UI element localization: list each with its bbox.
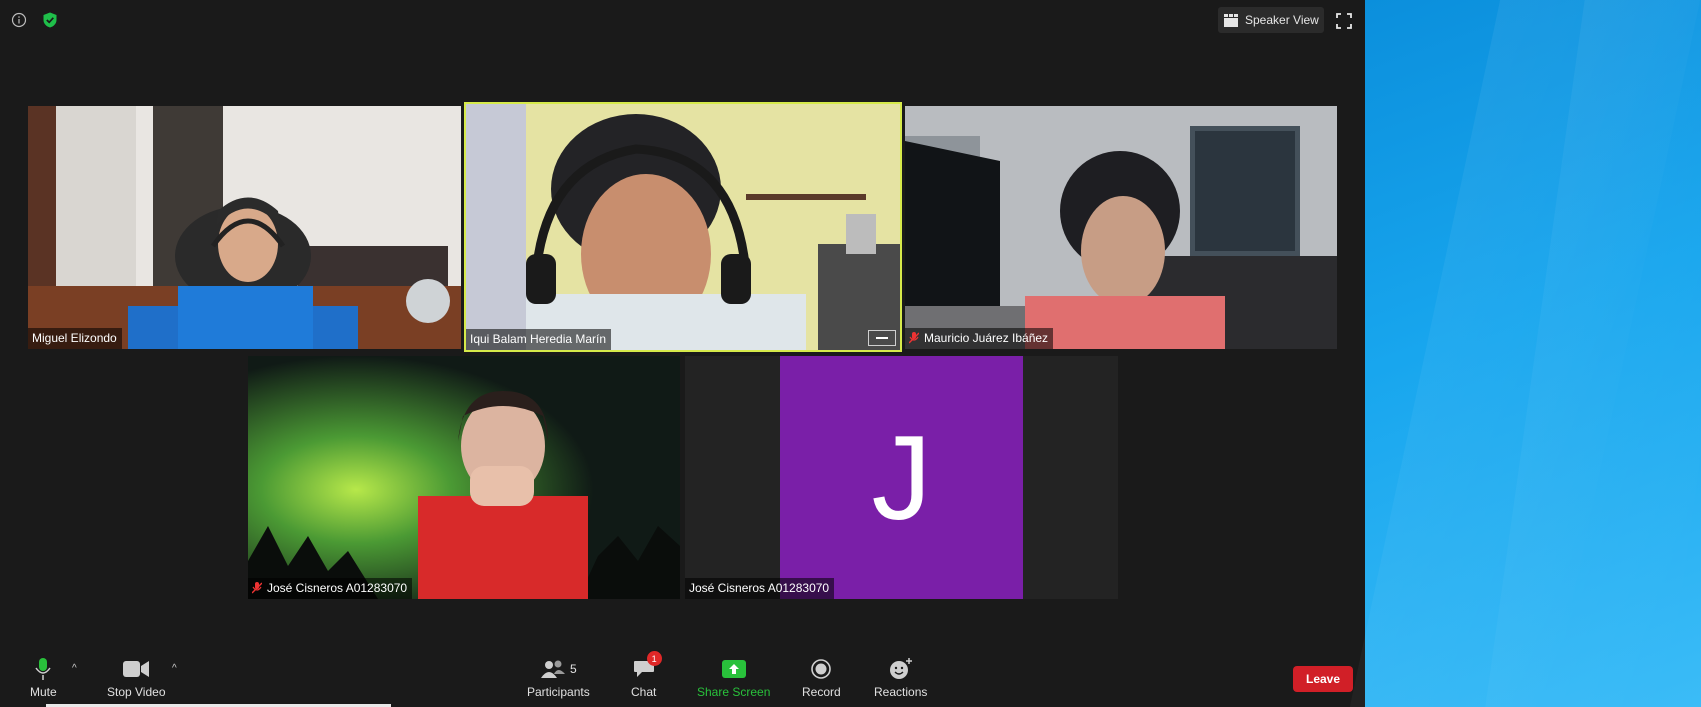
video-tile-jose-video[interactable]: José Cisneros A01283070 <box>248 356 680 599</box>
unread-chat-badge: 1 <box>646 651 662 666</box>
participant-video <box>28 106 461 349</box>
share-screen-button[interactable]: Share Screen <box>697 657 770 699</box>
chat-bubble-icon: 1 <box>633 651 662 681</box>
participant-name-tag: Iqui Balam Heredia Marín <box>466 329 612 350</box>
video-tile-miguel[interactable]: Miguel Elizondo <box>28 106 461 349</box>
video-tile-iqui-active-speaker[interactable]: Iqui Balam Heredia Marín <box>464 102 902 352</box>
participant-name-tag: Miguel Elizondo <box>28 328 122 349</box>
chat-button[interactable]: 1 Chat <box>631 651 662 699</box>
participant-video <box>248 356 680 599</box>
record-button[interactable]: Record <box>802 657 841 699</box>
speaker-view-label: Speaker View <box>1245 13 1319 27</box>
stop-video-button[interactable]: Stop Video <box>107 657 166 699</box>
video-options-chevron-up-icon[interactable]: ^ <box>172 663 177 674</box>
participant-video <box>466 104 900 350</box>
grid-view-icon <box>1224 13 1238 27</box>
microphone-icon <box>35 657 51 681</box>
participant-name-tag: José Cisneros A01283070 <box>685 578 835 599</box>
desktop-background <box>1349 0 1701 707</box>
meeting-toolbar: Mute ^ Stop Video ^ 5 Participants 1 Cha… <box>0 647 1365 707</box>
avatar: J <box>780 356 1023 599</box>
participants-icon: 5 <box>540 657 577 681</box>
info-icon[interactable] <box>9 10 29 30</box>
shield-check-icon[interactable] <box>40 10 60 30</box>
participants-button[interactable]: 5 Participants <box>527 657 590 699</box>
record-icon <box>811 657 832 681</box>
muted-mic-icon <box>909 332 919 344</box>
emoji-plus-icon <box>889 657 913 681</box>
video-camera-icon <box>123 657 150 681</box>
participant-video <box>905 106 1337 349</box>
leave-button[interactable]: Leave <box>1293 666 1353 692</box>
self-view-icon[interactable] <box>868 330 896 346</box>
mute-options-chevron-up-icon[interactable]: ^ <box>72 663 77 674</box>
speaker-view-button[interactable]: Speaker View <box>1218 7 1324 33</box>
participant-name-tag: Mauricio Juárez Ibáñez <box>905 328 1054 349</box>
zoom-meeting-window: Speaker View Miguel Elizondo Iqui Balam … <box>0 0 1365 707</box>
mute-button[interactable]: Mute <box>30 657 57 699</box>
fullscreen-icon[interactable] <box>1333 10 1355 32</box>
video-tile-mauricio[interactable]: Mauricio Juárez Ibáñez <box>905 106 1337 349</box>
muted-mic-icon <box>252 582 262 594</box>
reactions-button[interactable]: Reactions <box>874 657 927 699</box>
share-screen-icon <box>721 657 746 681</box>
video-tile-jose-avatar[interactable]: J José Cisneros A01283070 <box>685 356 1118 599</box>
participant-name-tag: José Cisneros A01283070 <box>248 578 413 599</box>
